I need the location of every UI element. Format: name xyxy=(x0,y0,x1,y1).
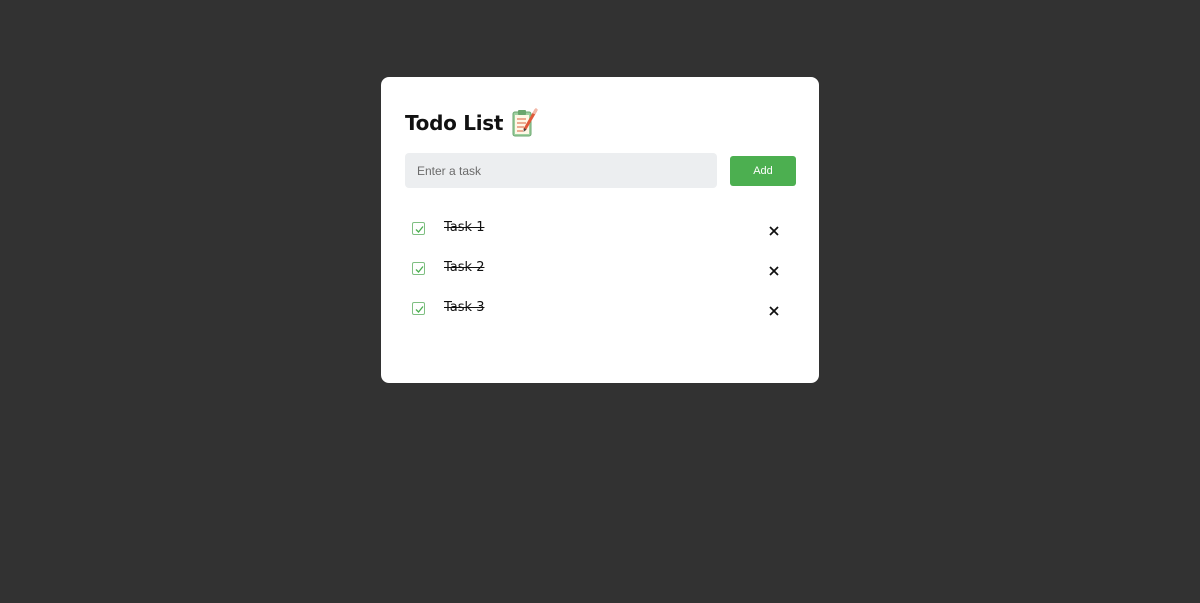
close-icon xyxy=(769,226,779,236)
task-checkbox[interactable] xyxy=(412,302,425,315)
checkmark-icon xyxy=(415,266,424,273)
add-button[interactable]: Add xyxy=(730,156,796,186)
task-label: Task 3 xyxy=(444,300,485,315)
task-input[interactable] xyxy=(405,153,717,188)
page-title: Todo List xyxy=(405,111,504,135)
list-item: Task 2 xyxy=(405,252,795,292)
checkmark-icon xyxy=(415,226,424,233)
task-label: Task 1 xyxy=(444,220,485,235)
task-checkbox[interactable] xyxy=(412,222,425,235)
clipboard-pencil-icon xyxy=(511,108,539,138)
task-label: Task 2 xyxy=(444,260,485,275)
checkmark-icon xyxy=(415,306,424,313)
delete-task-button[interactable] xyxy=(767,304,781,318)
delete-task-button[interactable] xyxy=(767,264,781,278)
task-checkbox[interactable] xyxy=(412,262,425,275)
list-item: Task 3 xyxy=(405,292,795,332)
delete-task-button[interactable] xyxy=(767,224,781,238)
close-icon xyxy=(769,266,779,276)
list-item: Task 1 xyxy=(405,212,795,252)
title-row: Todo List xyxy=(405,107,539,139)
task-list: Task 1 Task 2 Task 3 xyxy=(405,212,795,332)
todo-card: Todo List Add Task xyxy=(381,77,819,383)
close-icon xyxy=(769,306,779,316)
